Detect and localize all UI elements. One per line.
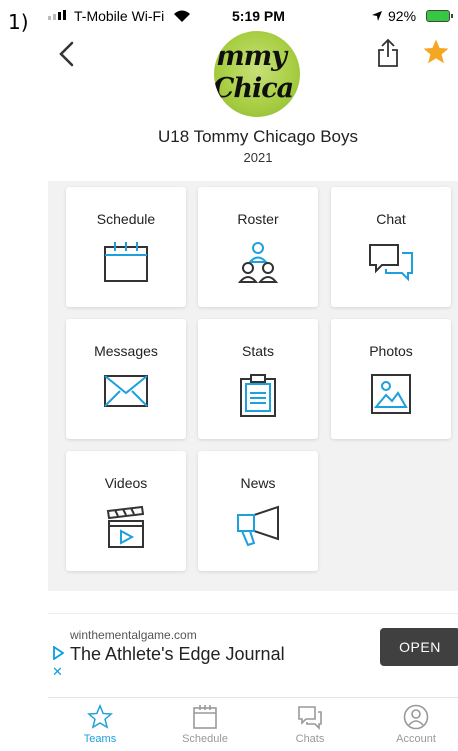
signal-icon [48, 10, 66, 20]
wifi-icon [174, 10, 190, 22]
ad-open-button[interactable]: OPEN [380, 628, 458, 666]
logo-text-line2: Chica [214, 73, 294, 104]
tile-label: Photos [369, 343, 413, 359]
calendar-icon [193, 705, 217, 729]
ad-banner[interactable]: winthementalgame.com ✕ The Athlete's Edg… [48, 613, 458, 683]
ad-title: The Athlete's Edge Journal [70, 644, 285, 664]
location-arrow-icon [372, 11, 382, 21]
battery-percent: 92% [388, 8, 417, 24]
clock-time: 5:19 PM [232, 8, 285, 24]
tile-label: Schedule [96, 211, 156, 227]
favorite-star-icon[interactable] [422, 38, 450, 66]
tile-schedule[interactable]: Schedule [66, 187, 186, 307]
logo-text-line1: mmy [216, 41, 287, 72]
tab-label: Teams [83, 733, 117, 745]
feature-grid: Schedule Roster Chat Messages Stats Phot… [48, 181, 458, 591]
bottom-tab-bar: Teams Schedule Chats Account [48, 697, 458, 751]
share-icon[interactable] [376, 38, 400, 68]
tab-chats[interactable]: Chats [270, 704, 350, 745]
envelope-icon [104, 375, 148, 407]
ad-choices-icon[interactable] [52, 646, 64, 660]
account-icon [403, 704, 429, 730]
tile-news[interactable]: News [198, 451, 318, 571]
tile-label: Chat [376, 211, 406, 227]
tile-label: Videos [104, 475, 148, 491]
battery-icon [426, 10, 453, 22]
carrier-text: T-Mobile Wi-Fi [74, 8, 165, 24]
back-chevron-icon[interactable] [56, 40, 78, 68]
tile-label: Roster [237, 211, 279, 227]
team-logo: mmy Chica [214, 31, 300, 117]
ad-close-icon[interactable]: ✕ [52, 664, 63, 680]
screenshot-index-label: 1) [8, 10, 29, 34]
ad-domain: winthementalgame.com [70, 628, 197, 642]
tile-messages[interactable]: Messages [66, 319, 186, 439]
tab-schedule[interactable]: Schedule [165, 704, 245, 745]
tile-label: Stats [242, 343, 274, 359]
tile-label: News [240, 475, 276, 491]
star-outline-icon [87, 704, 113, 729]
team-season-year: 2021 [243, 150, 273, 165]
tile-chat[interactable]: Chat [331, 187, 451, 307]
tile-label: Messages [94, 343, 158, 359]
image-icon [371, 374, 411, 414]
tab-label: Chats [295, 733, 325, 745]
megaphone-icon [237, 505, 279, 547]
people-icon [238, 242, 278, 283]
tab-teams[interactable]: Teams [60, 704, 140, 745]
chat-icon [298, 706, 322, 730]
tab-account[interactable]: Account [376, 704, 456, 745]
chat-bubbles-icon [369, 244, 413, 282]
team-name: U18 Tommy Chicago Boys [158, 127, 358, 146]
tile-videos[interactable]: Videos [66, 451, 186, 571]
status-bar: T-Mobile Wi-Fi 5:19 PM 92% [48, 6, 458, 28]
clapperboard-icon [106, 505, 145, 548]
tab-label: Schedule [182, 733, 228, 745]
tile-roster[interactable]: Roster [198, 187, 318, 307]
calendar-icon [104, 242, 148, 282]
tile-stats[interactable]: Stats [198, 319, 318, 439]
tile-photos[interactable]: Photos [331, 319, 451, 439]
clipboard-icon [240, 374, 276, 417]
tab-label: Account [396, 733, 436, 745]
